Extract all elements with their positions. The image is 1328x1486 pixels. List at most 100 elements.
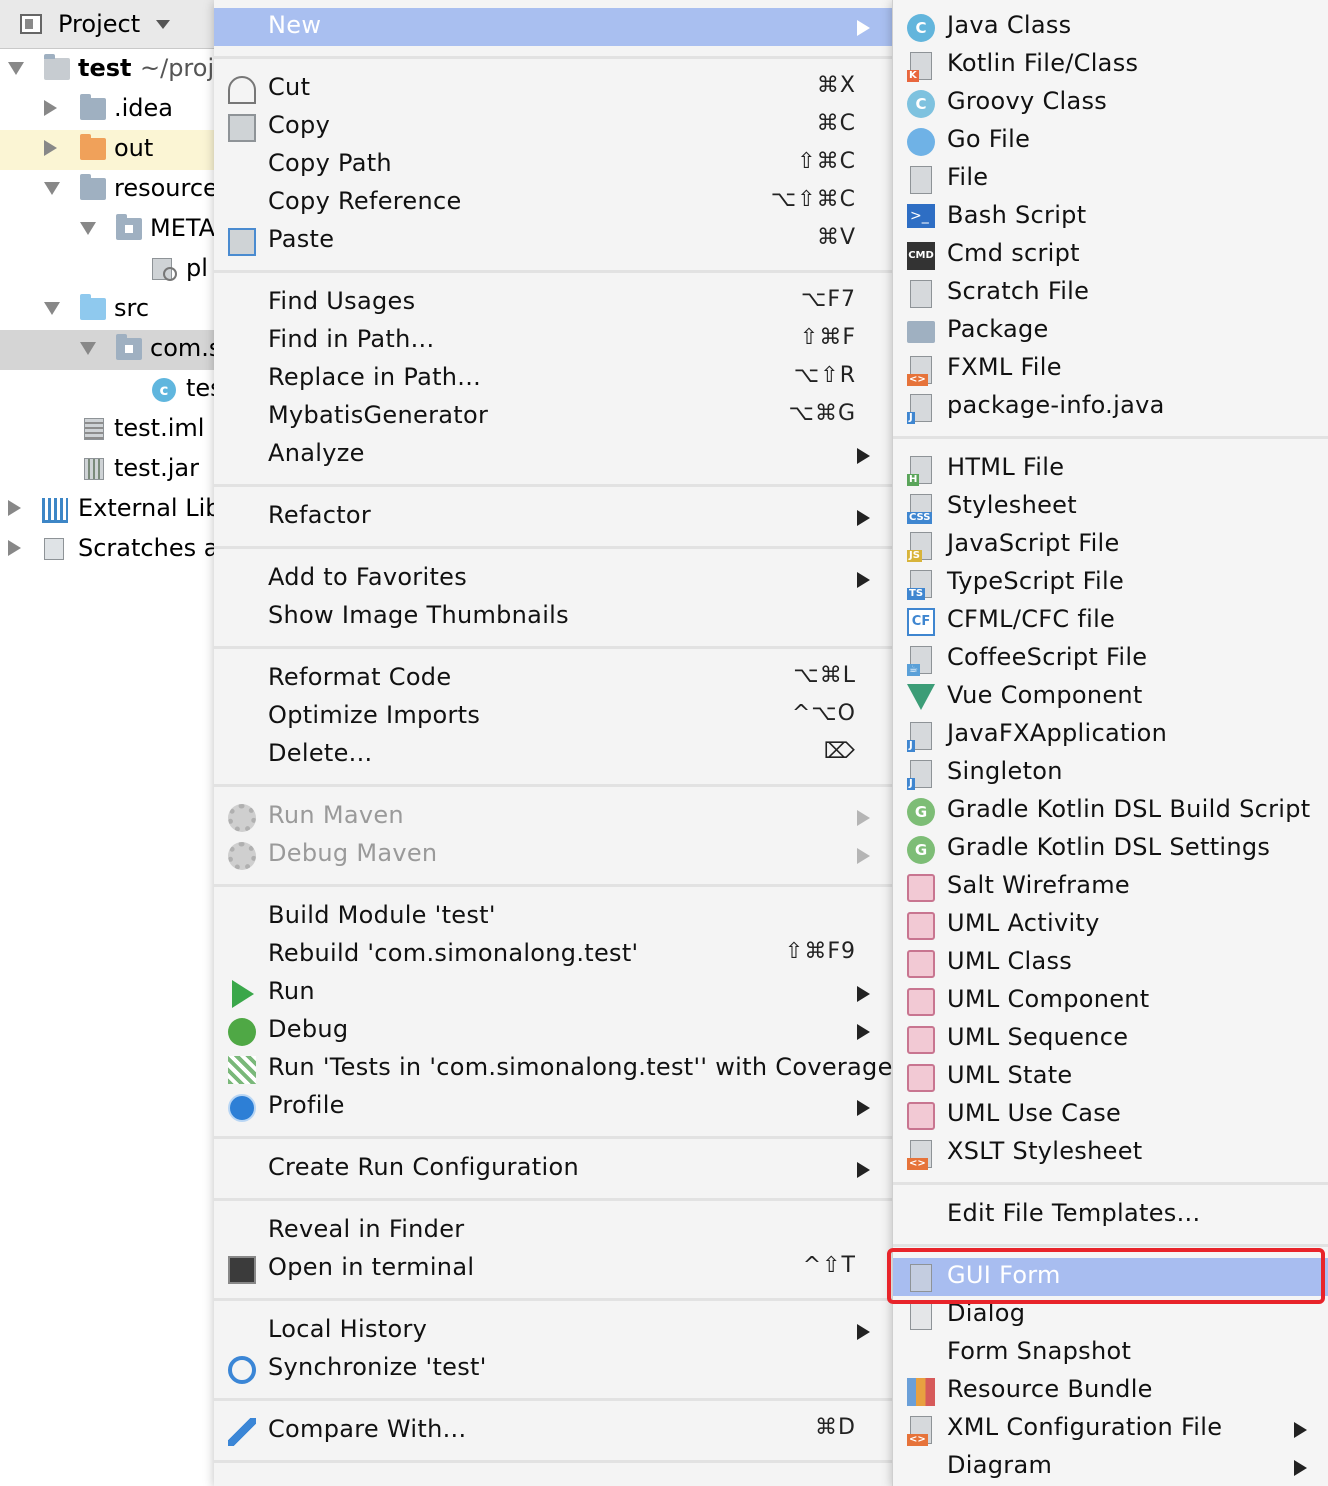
tree-item-package[interactable]: com.s	[0, 330, 214, 370]
collapsed-arrow-icon[interactable]	[8, 500, 21, 516]
new-xslt-stylesheet[interactable]: <> XSLT Stylesheet	[893, 1134, 1328, 1172]
new-gradle-build-script[interactable]: G Gradle Kotlin DSL Build Script	[893, 792, 1328, 830]
project-header[interactable]: Project	[0, 0, 214, 49]
menu-item-new[interactable]: New	[214, 8, 892, 46]
menu-item-delete[interactable]: Delete... ⌦	[214, 736, 892, 774]
menu-item-find-usages[interactable]: Find Usages ⌥F7	[214, 284, 892, 322]
new-salt-wireframe[interactable]: Salt Wireframe	[893, 868, 1328, 906]
css-file-icon: CSS	[907, 494, 933, 524]
menu-item-run[interactable]: Run	[214, 974, 892, 1012]
tree-item-meta[interactable]: META	[0, 210, 214, 250]
new-uml-sequence[interactable]: UML Sequence	[893, 1020, 1328, 1058]
new-diagram[interactable]: Diagram	[893, 1448, 1328, 1486]
menu-item-copy-path[interactable]: Copy Path ⇧⌘C	[214, 146, 892, 184]
tree-item-scratches[interactable]: Scratches ar	[0, 530, 214, 570]
package-icon	[116, 334, 142, 360]
new-uml-class[interactable]: UML Class	[893, 944, 1328, 982]
new-uml-activity[interactable]: UML Activity	[893, 906, 1328, 944]
new-fxml-file[interactable]: <> FXML File	[893, 350, 1328, 388]
menu-item-find-in-path[interactable]: Find in Path... ⇧⌘F	[214, 322, 892, 360]
menu-item-mybatis-generator[interactable]: MybatisGenerator ⌥⌘G	[214, 398, 892, 436]
menu-item-compare-with[interactable]: Compare With... ⌘D	[214, 1412, 892, 1450]
menu-item-paste[interactable]: Paste ⌘V	[214, 222, 892, 260]
resource-folder-icon	[80, 174, 106, 200]
expand-arrow-icon[interactable]	[80, 222, 96, 235]
new-uml-use-case[interactable]: UML Use Case	[893, 1096, 1328, 1134]
expand-arrow-icon[interactable]	[8, 62, 24, 75]
menu-item-analyze[interactable]: Analyze	[214, 436, 892, 474]
menu-item-synchronize[interactable]: Synchronize 'test'	[214, 1350, 892, 1388]
new-java-class[interactable]: C Java Class	[893, 8, 1328, 46]
menu-label: File	[947, 163, 989, 191]
menu-label: HTML File	[947, 453, 1065, 481]
menu-item-create-run-configuration[interactable]: Create Run Configuration	[214, 1150, 892, 1188]
menu-item-run-with-coverage[interactable]: Run 'Tests in 'com.simonalong.test'' wit…	[214, 1050, 892, 1088]
expand-arrow-icon[interactable]	[44, 182, 60, 195]
tree-item-class[interactable]: c tes	[0, 370, 214, 410]
collapsed-arrow-icon[interactable]	[44, 100, 57, 116]
tree-item-test-iml[interactable]: test.iml	[0, 410, 214, 450]
menu-label: Salt Wireframe	[947, 871, 1130, 899]
menu-separator	[214, 56, 892, 59]
new-html-file[interactable]: H HTML File	[893, 450, 1328, 488]
menu-item-debug[interactable]: Debug	[214, 1012, 892, 1050]
new-xml-configuration-file[interactable]: <> XML Configuration File	[893, 1410, 1328, 1448]
xml-file-icon: <>	[907, 1140, 932, 1170]
menu-item-debug-maven[interactable]: Debug Maven	[214, 836, 892, 874]
menu-item-open-in-terminal[interactable]: Open in terminal ^⇧T	[214, 1250, 892, 1288]
new-package-info[interactable]: J package-info.java	[893, 388, 1328, 426]
menu-item-optimize-imports[interactable]: Optimize Imports ^⌥O	[214, 698, 892, 736]
tree-item-test[interactable]: test ~/proj	[0, 50, 214, 90]
new-coffeescript-file[interactable]: ☕ CoffeeScript File	[893, 640, 1328, 678]
new-vue-component[interactable]: Vue Component	[893, 678, 1328, 716]
expand-arrow-icon[interactable]	[44, 302, 60, 315]
new-cfml-file[interactable]: CF CFML/CFC file	[893, 602, 1328, 640]
tree-item-resource[interactable]: resource	[0, 170, 214, 210]
new-uml-state[interactable]: UML State	[893, 1058, 1328, 1096]
chevron-down-icon[interactable]	[156, 20, 170, 29]
new-bash-script[interactable]: >_ Bash Script	[893, 198, 1328, 236]
menu-item-refactor[interactable]: Refactor	[214, 498, 892, 536]
new-typescript-file[interactable]: TS TypeScript File	[893, 564, 1328, 602]
menu-item-replace-in-path[interactable]: Replace in Path... ⌥⇧R	[214, 360, 892, 398]
tree-item-test-jar[interactable]: test.jar	[0, 450, 214, 490]
new-groovy-class[interactable]: C Groovy Class	[893, 84, 1328, 122]
tree-item-plugin-xml[interactable]: pl	[0, 250, 214, 290]
new-cmd-script[interactable]: CMD Cmd script	[893, 236, 1328, 274]
menu-item-run-maven[interactable]: Run Maven	[214, 798, 892, 836]
new-stylesheet[interactable]: CSS Stylesheet	[893, 488, 1328, 526]
menu-item-copy[interactable]: Copy ⌘C	[214, 108, 892, 146]
menu-item-reveal-in-finder[interactable]: Reveal in Finder	[214, 1212, 892, 1250]
menu-item-copy-reference[interactable]: Copy Reference ⌥⇧⌘C	[214, 184, 892, 222]
folder-icon	[116, 214, 142, 240]
new-javafx-application[interactable]: J JavaFXApplication	[893, 716, 1328, 754]
new-javascript-file[interactable]: JS JavaScript File	[893, 526, 1328, 564]
new-go-file[interactable]: Go File	[893, 122, 1328, 160]
new-scratch-file[interactable]: Scratch File	[893, 274, 1328, 312]
new-edit-file-templates[interactable]: Edit File Templates...	[893, 1196, 1328, 1234]
menu-item-show-image-thumbnails[interactable]: Show Image Thumbnails	[214, 598, 892, 636]
tree-item-external-libraries[interactable]: External Lib	[0, 490, 214, 530]
collapsed-arrow-icon[interactable]	[44, 140, 57, 156]
new-uml-component[interactable]: UML Component	[893, 982, 1328, 1020]
new-singleton[interactable]: J Singleton	[893, 754, 1328, 792]
menu-item-rebuild[interactable]: Rebuild 'com.simonalong.test' ⇧⌘F9	[214, 936, 892, 974]
collapsed-arrow-icon[interactable]	[8, 540, 21, 556]
new-form-snapshot[interactable]: Form Snapshot	[893, 1334, 1328, 1372]
new-gradle-settings[interactable]: G Gradle Kotlin DSL Settings	[893, 830, 1328, 868]
menu-item-local-history[interactable]: Local History	[214, 1312, 892, 1350]
new-package[interactable]: Package	[893, 312, 1328, 350]
new-file[interactable]: File	[893, 160, 1328, 198]
menu-label: Cmd script	[947, 239, 1080, 267]
tree-item-src[interactable]: src	[0, 290, 214, 330]
menu-item-add-to-favorites[interactable]: Add to Favorites	[214, 560, 892, 598]
menu-item-cut[interactable]: Cut ⌘X	[214, 70, 892, 108]
menu-item-build-module[interactable]: Build Module 'test'	[214, 898, 892, 936]
menu-item-reformat-code[interactable]: Reformat Code ⌥⌘L	[214, 660, 892, 698]
expand-arrow-icon[interactable]	[80, 342, 96, 355]
new-kotlin-file[interactable]: K Kotlin File/Class	[893, 46, 1328, 84]
new-resource-bundle[interactable]: Resource Bundle	[893, 1372, 1328, 1410]
menu-item-profile[interactable]: Profile	[214, 1088, 892, 1126]
tree-item-out[interactable]: out	[0, 130, 214, 170]
tree-item-idea[interactable]: .idea	[0, 90, 214, 130]
